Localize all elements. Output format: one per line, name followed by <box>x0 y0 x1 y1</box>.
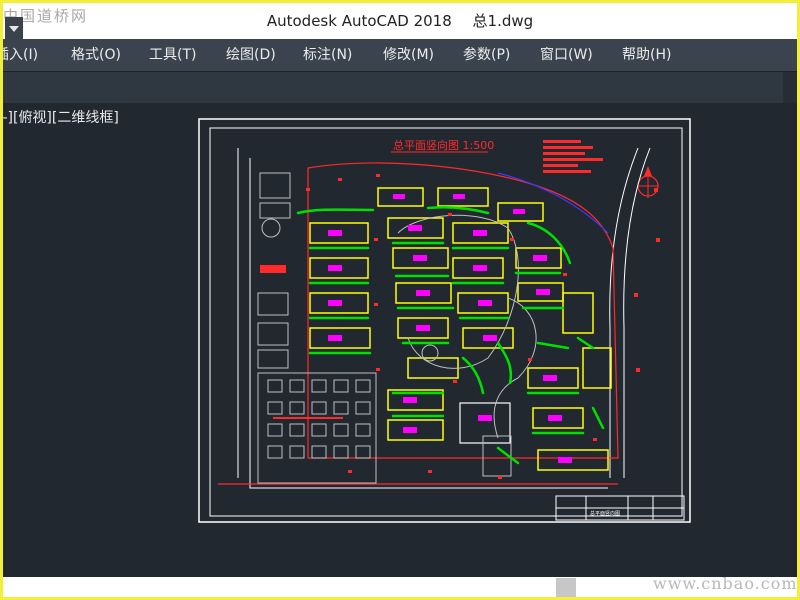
menu-format[interactable]: 格式(O) <box>71 39 121 71</box>
menu-tools[interactable]: 工具(T) <box>149 39 196 71</box>
quick-access-dropdown-icon[interactable] <box>5 17 23 39</box>
menu-insert[interactable]: 插入(I) <box>3 39 38 71</box>
menu-dimension[interactable]: 标注(N) <box>303 39 352 71</box>
notes-block <box>543 140 603 173</box>
viewport-label[interactable]: [-][俯视][二维线框] <box>3 107 119 127</box>
road-markers <box>634 188 660 372</box>
menu-window[interactable]: 窗口(W) <box>540 39 593 71</box>
ribbon-bar <box>3 71 797 104</box>
drawing-title: 总平面竖向图 1:500 <box>393 138 494 152</box>
site-plan-drawing[interactable]: 总平面竖向图 1:500 总平面竖向图 <box>198 118 693 528</box>
window-title: Autodesk AutoCAD 2018 总1.dwg <box>3 3 797 39</box>
villa-grid <box>257 372 377 484</box>
title-bar: Autodesk AutoCAD 2018 总1.dwg 中国道桥网 <box>3 3 797 39</box>
file-name: 总1.dwg <box>472 12 534 30</box>
ribbon-end <box>783 72 797 104</box>
watermark-bottom: www.cnbao.com <box>653 574 797 593</box>
menu-help[interactable]: 帮助(H) <box>622 39 671 71</box>
menu-modify[interactable]: 修改(M) <box>383 39 434 71</box>
clubhouse <box>459 402 511 444</box>
title-block-text: 总平面竖向图 <box>590 510 620 517</box>
horizontal-scrollbar-thumb[interactable] <box>556 578 576 597</box>
autocad-window: Autodesk AutoCAD 2018 总1.dwg 中国道桥网 插入(I)… <box>3 3 797 597</box>
road-edge-inner <box>623 147 651 478</box>
app-title: Autodesk AutoCAD 2018 <box>266 12 452 30</box>
menu-parameters[interactable]: 参数(P) <box>463 39 510 71</box>
green-landscape <box>296 205 605 465</box>
facility-labels <box>260 265 286 273</box>
north-arrow-icon <box>637 166 659 198</box>
menu-draw[interactable]: 绘图(D) <box>226 39 276 71</box>
sheet-outer-border <box>198 118 691 523</box>
menu-bar: 插入(I) 格式(O) 工具(T) 绘图(D) 标注(N) 修改(M) 参数(P… <box>3 39 797 71</box>
